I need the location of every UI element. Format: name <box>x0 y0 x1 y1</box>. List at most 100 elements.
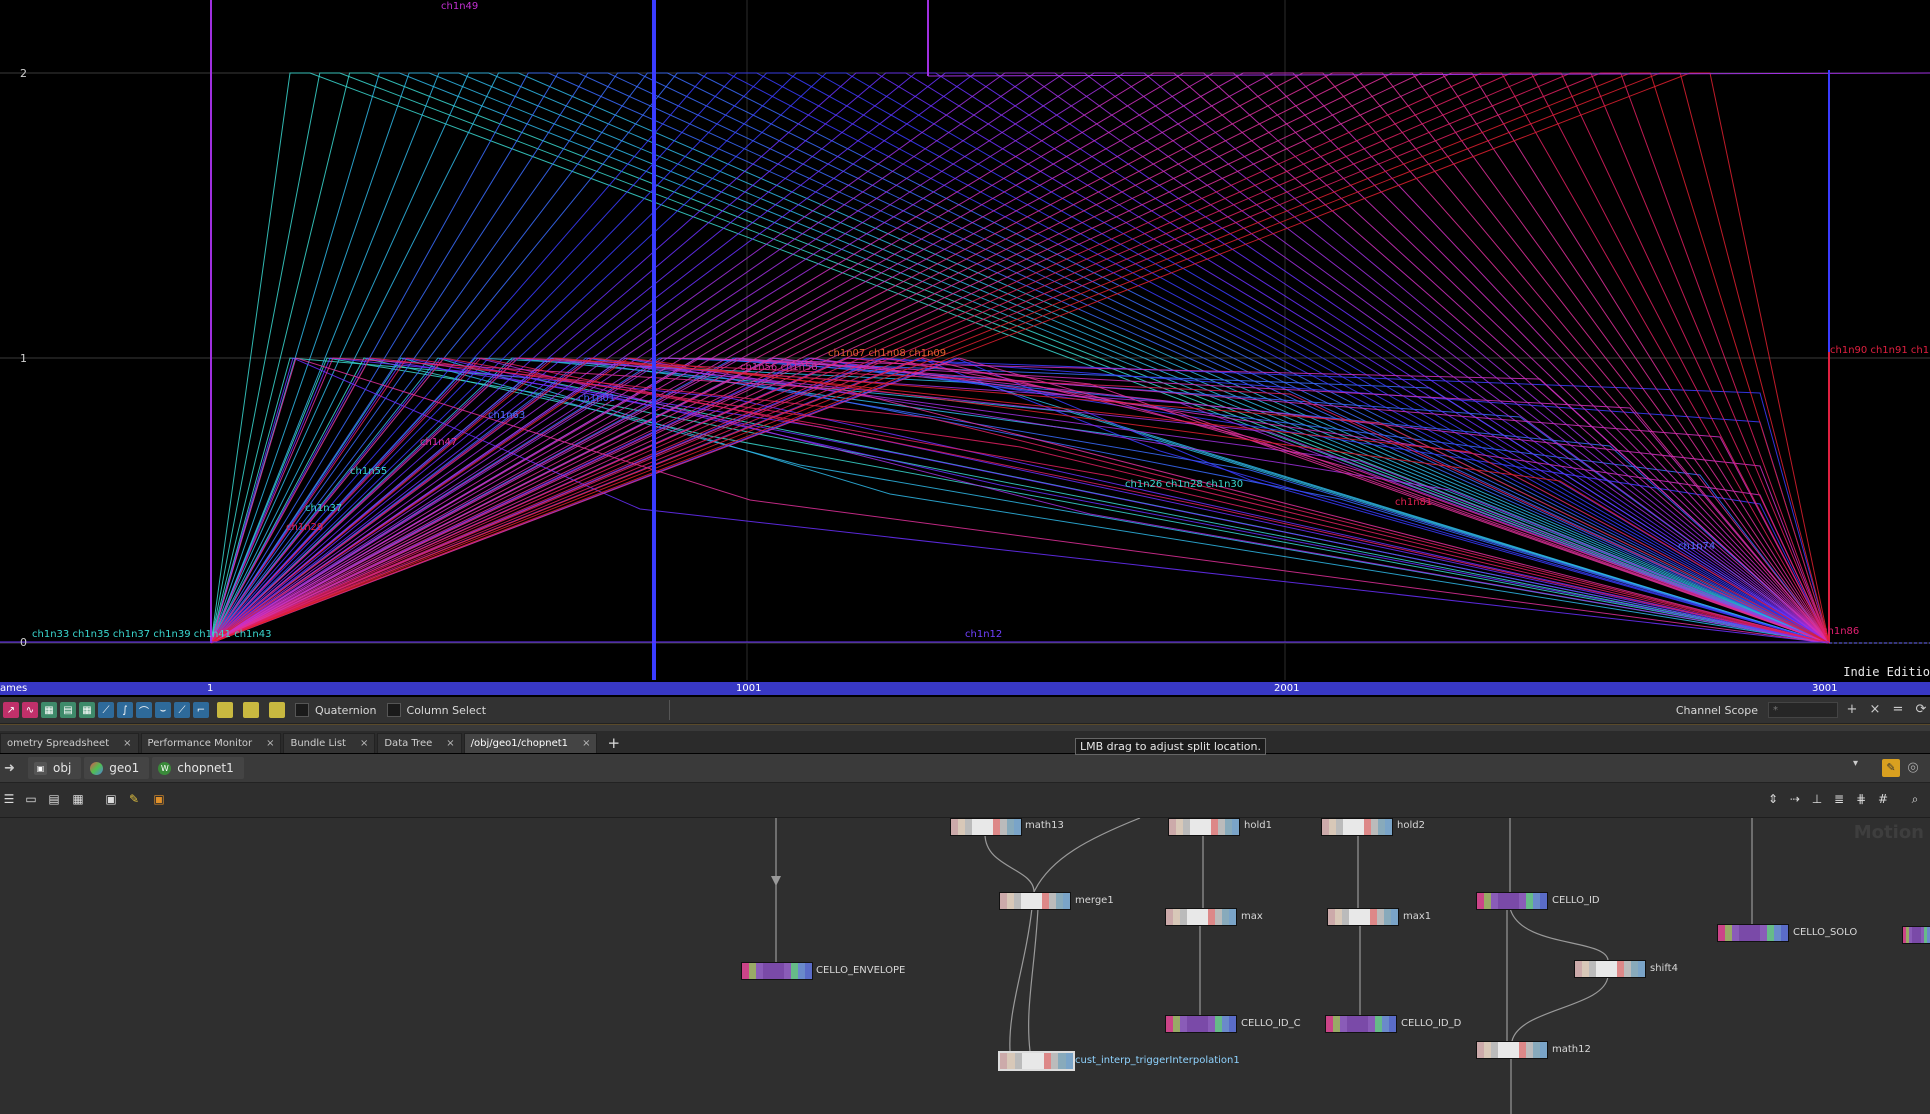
node-segment <box>1389 1016 1396 1032</box>
breadcrumb-geo1[interactable]: geo1 <box>84 757 150 779</box>
tab-network-editor[interactable]: /obj/geo1/chopnet1 × <box>463 733 598 753</box>
node-cello-id-c[interactable] <box>1165 1015 1237 1033</box>
tree-icon[interactable]: ⋕ <box>1854 792 1868 806</box>
node-label: math12 <box>1552 1044 1591 1055</box>
grid-view-icon[interactable]: ▦ <box>71 792 85 806</box>
quaternion-checkbox[interactable] <box>295 703 309 717</box>
tab-performance-monitor[interactable]: Performance Monitor × <box>140 733 282 753</box>
node-segment <box>1760 925 1767 941</box>
add-tab-icon[interactable]: + <box>607 733 620 753</box>
node-segment <box>1049 893 1056 909</box>
note-icon[interactable]: ▤ <box>47 792 61 806</box>
geo-icon <box>90 761 104 775</box>
breadcrumb-chopnet1[interactable]: W chopnet1 <box>152 757 244 779</box>
box-icon[interactable]: ▣ <box>152 792 166 806</box>
close-icon[interactable]: × <box>582 738 590 749</box>
node-segment <box>742 963 749 979</box>
page-icon[interactable]: ▭ <box>24 792 38 806</box>
channel-scope-field[interactable]: * <box>1768 702 1838 718</box>
constant-icon[interactable]: ⌐ <box>193 702 209 718</box>
key-icon[interactable] <box>217 702 233 718</box>
node-segment <box>1356 909 1363 925</box>
node-math13[interactable] <box>950 818 1022 836</box>
node-segment <box>1229 909 1236 925</box>
updown-icon[interactable]: ⇕ <box>1766 792 1780 806</box>
node-segment <box>791 963 798 979</box>
equals-icon[interactable]: = <box>1889 701 1907 719</box>
wire-icon[interactable]: ⇢ <box>1788 792 1802 806</box>
node-segment <box>1774 925 1781 941</box>
node-segment <box>1384 909 1391 925</box>
node-segment <box>1208 1016 1215 1032</box>
layout-icon[interactable]: ≣ <box>1832 792 1846 806</box>
network-editor[interactable]: Motion math13 hold1 hold2 merge1 max max… <box>0 818 1930 1114</box>
close-icon[interactable]: × <box>123 738 131 749</box>
node-segment <box>1007 819 1014 835</box>
forward-arrow-icon[interactable]: ➜ <box>4 761 18 776</box>
node-offscreen[interactable] <box>1902 926 1930 944</box>
node-max1[interactable] <box>1327 908 1399 926</box>
node-segment <box>1204 819 1211 835</box>
close-icon[interactable]: × <box>360 738 368 749</box>
pin-icon[interactable]: ✎ <box>1882 759 1900 777</box>
curve-mode-icon[interactable]: ∿ <box>22 702 38 718</box>
node-segment <box>1063 893 1070 909</box>
grid-icon[interactable]: ▦ <box>79 702 95 718</box>
sticky-note-icon[interactable]: ✎ <box>127 792 141 806</box>
align-icon[interactable]: ⊥ <box>1810 792 1824 806</box>
cubic-icon[interactable]: ⟋ <box>174 702 190 718</box>
channel-graph[interactable]: 2 1 0 ch1n49 ch1n12 ch1n01 ch1n37 ch1n74… <box>0 0 1930 680</box>
close-icon[interactable]: × <box>266 738 274 749</box>
graph-canvas[interactable] <box>0 0 1930 680</box>
key-lock-icon[interactable] <box>243 702 259 718</box>
tab-geometry-spreadsheet[interactable]: ometry Spreadsheet × <box>0 733 139 753</box>
close-icon[interactable]: × <box>446 738 454 749</box>
search-icon[interactable]: ⌕ <box>1908 792 1922 806</box>
node-segment <box>1603 961 1610 977</box>
node-cello-id[interactable] <box>1476 892 1548 910</box>
node-shift4[interactable] <box>1574 960 1646 978</box>
node-cello-id-d[interactable] <box>1325 1015 1397 1033</box>
link-icon[interactable]: ◎ <box>1904 759 1922 777</box>
node-segment <box>1166 1016 1173 1032</box>
node-segment <box>1349 909 1356 925</box>
node-cello-solo[interactable] <box>1717 924 1789 942</box>
close-icon[interactable]: × <box>1866 701 1884 719</box>
tab-bundle-list[interactable]: Bundle List × <box>283 733 376 753</box>
edition-watermark: Indie Editio <box>1843 665 1930 679</box>
linear-key-icon[interactable]: ⟋ <box>98 702 114 718</box>
time-ruler[interactable]: ames 1 1001 2001 3001 <box>0 682 1930 695</box>
node-cello-envelope[interactable] <box>741 962 813 980</box>
node-segment <box>1491 1042 1498 1058</box>
node-segment <box>1211 819 1218 835</box>
pane-split-handle[interactable] <box>0 724 1930 731</box>
graph-mode-icon[interactable]: ↗ <box>3 702 19 718</box>
table-icon[interactable]: ▤ <box>60 702 76 718</box>
ease-out-icon[interactable]: ⌣ <box>155 702 171 718</box>
ease-in-icon[interactable]: ⌒ <box>136 702 152 718</box>
list-icon[interactable]: ☰ <box>2 792 16 806</box>
spreadsheet-icon[interactable]: ▦ <box>41 702 57 718</box>
tab-data-tree[interactable]: Data Tree × <box>377 733 462 753</box>
add-icon[interactable]: + <box>1843 701 1861 719</box>
node-hold1[interactable] <box>1168 818 1240 836</box>
node-merge1[interactable] <box>999 892 1071 910</box>
node-segment <box>1028 893 1035 909</box>
refresh-icon[interactable]: ⟳ <box>1912 701 1930 719</box>
key-select-icon[interactable] <box>269 702 285 718</box>
node-cust-interp-trigger-interpolation1[interactable] <box>998 1051 1075 1071</box>
breadcrumb-obj[interactable]: ▣ obj <box>28 757 82 779</box>
node-math12[interactable] <box>1476 1041 1548 1059</box>
node-max[interactable] <box>1165 908 1237 926</box>
param-icon[interactable]: ▣ <box>104 792 118 806</box>
node-hold2[interactable] <box>1321 818 1393 836</box>
node-segment <box>1638 961 1645 977</box>
ease-icon[interactable]: ∫ <box>117 702 133 718</box>
node-segment <box>1190 819 1197 835</box>
node-segment <box>1180 1016 1187 1032</box>
column-select-checkbox[interactable] <box>386 703 401 717</box>
chevron-down-icon[interactable]: ▾ <box>1853 758 1865 769</box>
node-segment <box>1575 961 1582 977</box>
grid-toggle-icon[interactable]: # <box>1876 792 1890 806</box>
node-segment <box>1725 925 1732 941</box>
